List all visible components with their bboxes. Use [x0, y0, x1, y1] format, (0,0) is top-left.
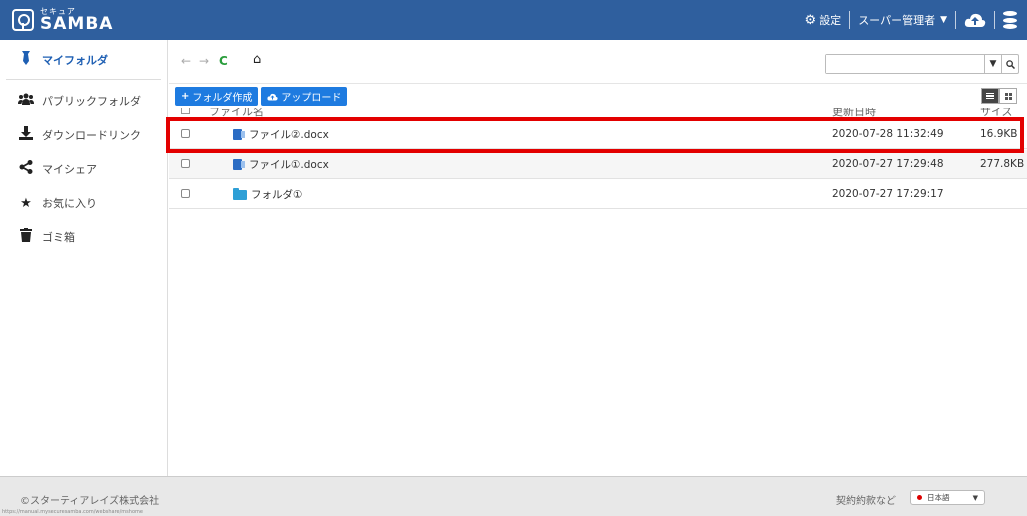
sidebar-item-label: ダウンロードリンク [42, 129, 141, 142]
header-divider [994, 11, 995, 29]
search-icon[interactable] [1001, 55, 1018, 73]
row-checkbox[interactable] [181, 189, 190, 198]
file-size: 277.8KB [980, 158, 1025, 170]
logo-key-icon [12, 9, 34, 31]
database-icon [1003, 11, 1017, 29]
table-row[interactable]: ファイル①.docx 2020-07-27 17:29:48 277.8KB [169, 150, 1027, 179]
user-label: スーパー管理者 [858, 14, 936, 27]
japan-flag-icon [917, 495, 922, 500]
sidebar-item-public-folder[interactable]: パブリックフォルダ [0, 84, 167, 118]
refresh-icon[interactable]: C [219, 54, 228, 68]
file-name[interactable]: ファイル①.docx [249, 157, 329, 172]
star-icon: ★ [20, 195, 32, 211]
user-menu[interactable]: スーパー管理者 ▼ [858, 12, 947, 28]
sidebar-item-label: マイフォルダ [42, 53, 108, 67]
forward-arrow-icon[interactable]: → [199, 54, 209, 68]
logo-name: SAMBA [40, 13, 114, 34]
create-folder-button[interactable]: + フォルダ作成 [175, 87, 259, 106]
sidebar-item-download-link[interactable]: ダウンロードリンク [0, 118, 167, 152]
word-file-icon [233, 159, 245, 170]
create-folder-label: フォルダ作成 [192, 93, 253, 104]
language-select[interactable]: 日本語 ▼ [910, 490, 985, 505]
sidebar-item-my-share[interactable]: マイシェア [0, 152, 167, 186]
download-icon [18, 126, 34, 144]
row-checkbox[interactable] [181, 159, 190, 168]
grid-icon [1004, 92, 1012, 100]
table-row[interactable]: フォルダ① 2020-07-27 17:29:17 [169, 180, 1027, 209]
action-buttons: + フォルダ作成 アップロード [175, 87, 348, 106]
tie-icon [18, 50, 34, 69]
settings-link[interactable]: ⚙ 設定 [805, 12, 842, 28]
file-date: 2020-07-27 17:29:17 [832, 188, 944, 200]
sidebar-item-label: マイシェア [42, 163, 97, 176]
cloud-upload-icon [964, 13, 986, 27]
status-url: https://manual.mysecuresamba.com/webshar… [2, 509, 143, 515]
chevron-down-icon: ▼ [940, 15, 947, 25]
storage-button[interactable] [1003, 11, 1017, 29]
search-dropdown-chevron-icon[interactable]: ▼ [984, 55, 1001, 73]
main-content: ← → C ⌂ ▼ + フォルダ作成 アップロード ファイル名 更新日時 サイズ… [169, 40, 1027, 476]
terms-link[interactable]: 契約約款など [836, 492, 896, 507]
cloud-upload-icon [267, 93, 278, 100]
app-logo[interactable]: セキュア SAMBA [12, 6, 113, 34]
upload-button[interactable]: アップロード [261, 87, 348, 106]
sidebar: マイフォルダ パブリックフォルダ ダウンロードリンク マイシェア ★ お気に入り… [0, 40, 168, 476]
folder-icon [233, 188, 247, 200]
copyright-text: ©スターティアレイズ株式会社 [20, 496, 160, 507]
back-arrow-icon[interactable]: ← [181, 54, 191, 68]
file-date: 2020-07-27 17:29:48 [832, 158, 944, 170]
upload-label: アップロード [281, 93, 342, 104]
plus-icon: + [181, 91, 190, 102]
chevron-down-icon: ▼ [972, 493, 978, 502]
search-input[interactable] [826, 55, 984, 73]
footer: ©スターティアレイズ株式会社 https://manual.mysecuresa… [0, 476, 1027, 516]
settings-label: 設定 [819, 14, 842, 27]
sidebar-item-my-folder[interactable]: マイフォルダ [6, 40, 161, 80]
list-icon [986, 92, 994, 101]
language-label: 日本語 [927, 493, 950, 502]
navigation-toolbar: ← → C ⌂ ▼ [169, 40, 1027, 84]
header-divider [955, 11, 956, 29]
select-all-checkbox[interactable] [181, 108, 190, 114]
file-name[interactable]: フォルダ① [251, 187, 302, 202]
sidebar-item-favorites[interactable]: ★ お気に入り [0, 186, 167, 220]
search-box: ▼ [825, 54, 1019, 74]
sidebar-item-label: パブリックフォルダ [42, 95, 141, 108]
sidebar-item-label: お気に入り [42, 197, 97, 210]
header-divider [849, 11, 851, 29]
share-icon [18, 160, 34, 178]
list-view-button[interactable] [981, 88, 999, 104]
sidebar-item-trash[interactable]: ゴミ箱 [0, 220, 167, 254]
trash-icon [18, 228, 34, 246]
highlight-box [166, 117, 1024, 153]
upload-cloud-button[interactable] [964, 12, 986, 28]
gear-icon: ⚙ [804, 12, 817, 28]
view-toggle [981, 88, 1017, 104]
top-header: セキュア SAMBA ⚙ 設定 スーパー管理者 ▼ [0, 0, 1027, 40]
users-icon [18, 93, 34, 109]
sidebar-item-label: ゴミ箱 [42, 231, 75, 244]
grid-view-button[interactable] [999, 88, 1017, 104]
home-icon[interactable]: ⌂ [253, 52, 261, 67]
